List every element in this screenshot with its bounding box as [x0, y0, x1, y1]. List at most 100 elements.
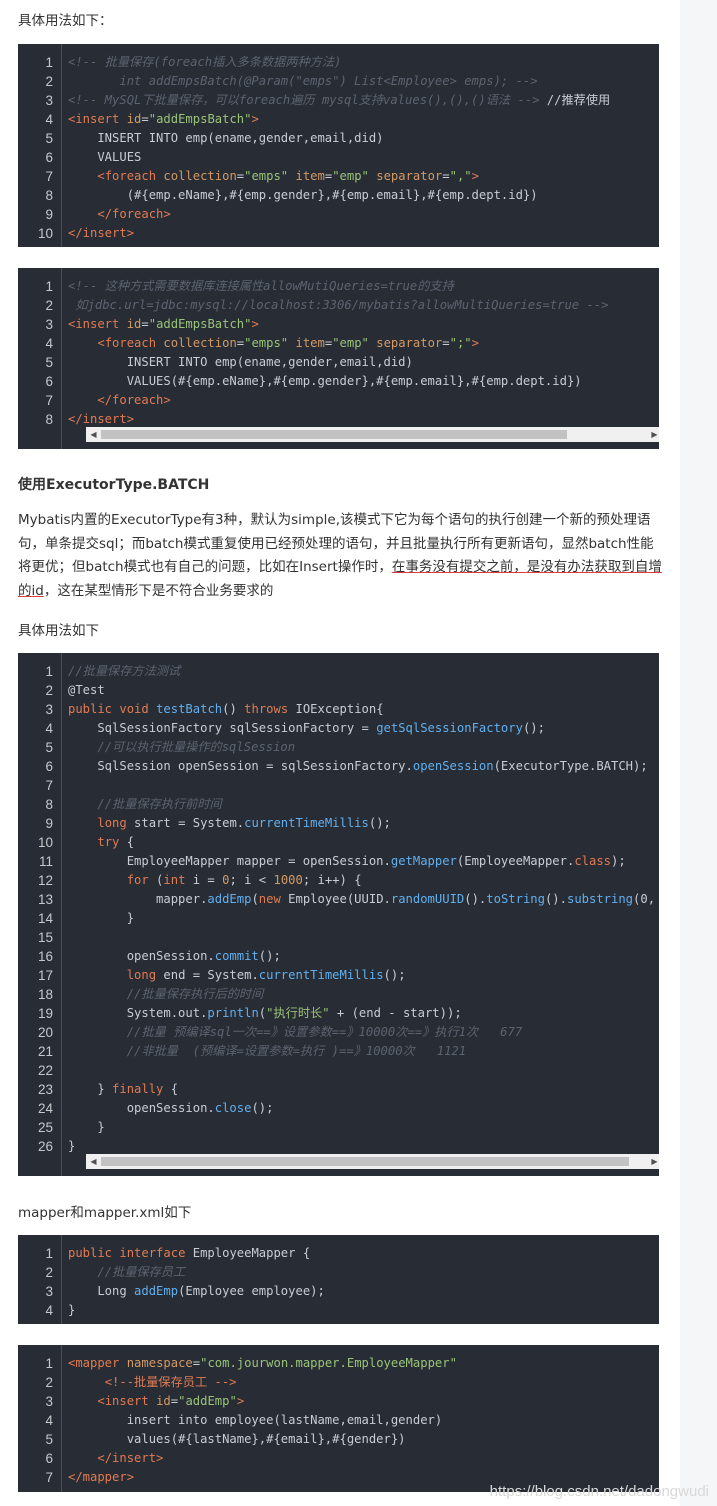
line-number: 4: [45, 112, 53, 127]
code-token: finally: [112, 1082, 164, 1096]
code-token: VALUES: [68, 150, 142, 164]
code-text: </foreach>: [68, 391, 659, 410]
code-token: =: [141, 112, 149, 126]
code-line: 5 INSERT INTO emp(ename,gender,email,did…: [18, 129, 659, 148]
code-text: VALUES: [68, 148, 659, 167]
horizontal-scrollbar[interactable]: ◀ ▶: [86, 1154, 659, 1169]
line-number: 4: [45, 1303, 53, 1318]
scroll-left-icon[interactable]: ◀: [86, 427, 101, 442]
line-number: 2: [45, 1265, 53, 1280]
line-number: 25: [37, 1120, 53, 1135]
code-token: >: [471, 336, 479, 350]
line-number: 3: [45, 317, 53, 332]
code-token: randomUUID: [390, 892, 465, 906]
line-number: 13: [37, 892, 53, 907]
code-line: 6 </insert>: [18, 1449, 659, 1468]
code-token: (EmployeeMapper.: [456, 854, 575, 868]
code-token: SqlSessionFactory sqlSessionFactory =: [68, 721, 377, 735]
code-token: =: [170, 1394, 179, 1408]
code-text: <!-- MySQL下批量保存，可以foreach遍历 mysql支持value…: [68, 91, 659, 110]
code-token: Employee(UUID.: [280, 892, 391, 906]
code-token: "emp": [332, 169, 369, 183]
code-line: 3 <insert id="addEmp">: [18, 1392, 659, 1411]
scrollbar-thumb[interactable]: [101, 430, 567, 439]
code-token: currentTimeMillis: [258, 968, 384, 982]
code-text: int addEmpsBatch(@Param("emps") List<Emp…: [68, 72, 659, 91]
line-number: 6: [45, 374, 53, 389]
paragraph-text-end: ，这在某型情形下是不符合业务要求的: [43, 582, 274, 599]
code-block-3: 1//批量保存方法测试 2 @Test 3 public void testBatch(…: [18, 653, 659, 1176]
executor-type-paragraph: Mybatis内置的ExecutorType有3种，默认为simple,该模式下…: [18, 509, 663, 603]
code-token: separator: [376, 169, 443, 183]
code-text: openSession.commit();: [68, 947, 659, 966]
code-line: 8 (#{emp.eName},#{emp.gender},#{emp.emai…: [18, 186, 659, 205]
code-token: + (end - start));: [329, 1006, 462, 1020]
line-number: 4: [45, 721, 53, 736]
code-token: id: [126, 112, 142, 126]
code-line: 21 //非批量 (预编译=设置参数=执行 )==》10000次 1121: [18, 1042, 659, 1061]
code-token: int addEmpsBatch(@Param("emps") List<Emp…: [68, 74, 538, 88]
code-text: public void testBatch() throws IOExcepti…: [68, 700, 659, 719]
line-number: 19: [37, 1006, 53, 1021]
code-text: </foreach>: [68, 205, 659, 224]
right-sidebar-gutter: [680, 0, 717, 1506]
code-lines: 1//批量保存方法测试 2 @Test 3 public void testBatch(…: [18, 662, 659, 1156]
code-token: =: [192, 1356, 201, 1370]
line-number: 17: [37, 968, 53, 983]
line-number: 8: [45, 188, 53, 203]
line-number: 5: [45, 131, 53, 146]
code-text: SqlSession openSession = sqlSessionFacto…: [68, 757, 659, 776]
code-token: <!--批量保存员工 -->: [104, 1375, 237, 1389]
code-token: =: [141, 317, 149, 331]
code-text: //批量保存执行后的时间: [68, 985, 659, 1004]
code-token: end = System.: [156, 968, 259, 982]
code-token: toString: [486, 892, 545, 906]
code-token: "addEmp": [178, 1394, 237, 1408]
code-line: 1 <!-- 这种方式需要数据库连接属性allowMutiQueries=true…: [18, 277, 659, 296]
horizontal-scrollbar[interactable]: ◀ ▶: [86, 427, 659, 442]
code-token: "emps": [244, 169, 289, 183]
code-text: values(#{lastName},#{email},#{gender}): [68, 1430, 659, 1449]
code-line: 3 <insert id="addEmpsBatch">: [18, 315, 659, 334]
line-number: 24: [37, 1101, 53, 1116]
code-text: VALUES(#{emp.eName},#{emp.gender},#{emp.…: [68, 372, 659, 391]
code-text: <foreach collection="emps" item="emp" se…: [68, 167, 659, 186]
code-token: ();: [251, 1101, 274, 1115]
code-line: 3 public void testBatch() throws IOExcept…: [18, 700, 659, 719]
code-token: >: [251, 112, 259, 126]
scroll-right-icon[interactable]: ▶: [647, 1154, 659, 1169]
code-token: println: [207, 1006, 259, 1020]
line-number: 2: [45, 1375, 53, 1390]
line-number: 2: [45, 683, 53, 698]
scroll-right-icon[interactable]: ▶: [647, 427, 659, 442]
code-token: id: [156, 1394, 171, 1408]
code-token: //可以执行批量操作的sqlSession: [97, 740, 296, 754]
line-number: 6: [45, 150, 53, 165]
code-text: try {: [68, 833, 659, 852]
code-token: System.out.: [68, 1006, 208, 1020]
code-token: i =: [185, 873, 223, 887]
line-number: 3: [45, 702, 53, 717]
code-token: //批量保存员工: [97, 1265, 186, 1279]
code-line: 22: [18, 1061, 659, 1080]
code-line: 20 //批量 预编译sql一次==》设置参数==》10000次==》执行1次 …: [18, 1023, 659, 1042]
code-token: class: [574, 854, 611, 868]
scroll-left-icon[interactable]: ◀: [86, 1154, 101, 1169]
code-line: 4 SqlSessionFactory sqlSessionFactory = …: [18, 719, 659, 738]
scrollbar-thumb[interactable]: [101, 1157, 629, 1166]
line-number: 6: [45, 759, 53, 774]
code-text: EmployeeMapper mapper = openSession.getM…: [68, 852, 659, 871]
code-line: 1 public interface EmployeeMapper {: [18, 1244, 659, 1263]
code-token: insert into employee(lastName,email,gend…: [68, 1413, 443, 1427]
code-token: long: [97, 816, 127, 830]
code-token: openSession.: [68, 949, 215, 963]
